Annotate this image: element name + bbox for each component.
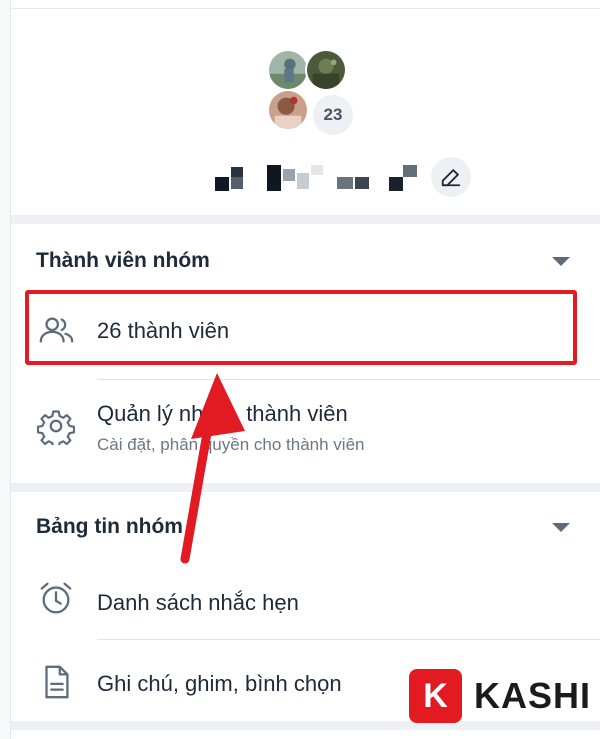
group-name-redacted [211, 159, 417, 199]
manage-group-row[interactable]: Quản lý nhóm, thành viên Cài đặt, phân q… [11, 393, 600, 463]
gear-icon [36, 407, 76, 449]
row-divider [97, 639, 600, 640]
kashi-watermark-logo: K KASHI [409, 667, 591, 725]
edit-group-name-button[interactable] [431, 157, 471, 197]
highlight-box [25, 290, 577, 365]
feed-collapse-caret-icon[interactable] [552, 523, 570, 532]
section-divider [11, 215, 600, 224]
member-avatar [267, 49, 309, 91]
reminders-label: Danh sách nhắc hẹn [97, 590, 299, 615]
reminders-row[interactable]: Danh sách nhắc hẹn [11, 569, 600, 633]
member-avatar-overflow-count: 23 [313, 95, 353, 135]
members-section-title: Thành viên nhóm [36, 249, 210, 272]
notes-label: Ghi chú, ghim, bình chọn [97, 671, 342, 696]
member-avatar [305, 49, 347, 91]
pointer-arrow-icon [180, 373, 245, 564]
kashi-badge: K [409, 669, 462, 723]
left-sidebar-edge [0, 0, 11, 739]
group-info-panel: 23 Thành viên nhóm 26 thành viên Quản lý… [11, 9, 600, 739]
member-avatar [267, 89, 309, 131]
kashi-brand-text: KASHI [473, 675, 591, 716]
document-icon [37, 663, 75, 701]
pencil-icon [441, 169, 461, 187]
section-divider [11, 483, 600, 492]
alarm-clock-icon [37, 579, 75, 617]
members-collapse-caret-icon[interactable] [552, 257, 570, 266]
feed-section-title: Bảng tin nhóm [36, 515, 183, 538]
